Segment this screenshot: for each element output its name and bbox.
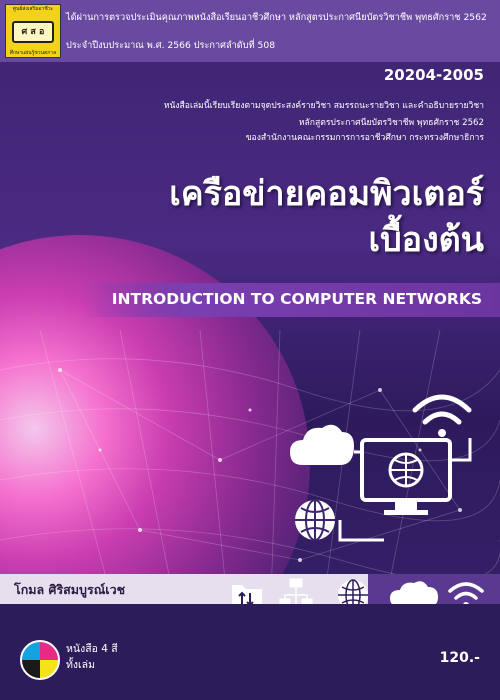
course-code: 20204-2005 bbox=[383, 66, 484, 84]
description-line-1: หนังสือเล่มนี้เรียบเรียงตามจุดประสงค์ราย… bbox=[163, 101, 484, 111]
network-illustration bbox=[290, 394, 472, 542]
wifi-icon bbox=[412, 394, 472, 437]
logo-top-text: ศูนย์ส่งเสริมอาชีวะ bbox=[12, 6, 54, 12]
color-note-line-1: หนังสือ 4 สี bbox=[66, 643, 118, 655]
author-name: โกมล ศิริสมบูรณ์เวช bbox=[14, 582, 126, 597]
publisher-logo: ศูนย์ส่งเสริมอาชีวะ ศ ส อ ศึกษาแผ่นรู้ชว… bbox=[5, 4, 61, 58]
monitor-globe-icon bbox=[360, 438, 452, 515]
price: 120.- bbox=[439, 650, 480, 666]
four-color-badge-icon bbox=[20, 640, 60, 680]
color-note-line-2: ทั้งเล่ม bbox=[66, 659, 95, 671]
cloud-icon bbox=[290, 424, 354, 465]
logo-bottom-text: ศึกษาแผ่นรู้ชวนตกาล bbox=[9, 50, 57, 56]
book-cover: ศูนย์ส่งเสริมอาชีวะ ศ ส อ ศึกษาแผ่นรู้ชว… bbox=[0, 0, 500, 700]
approval-line-2: ประจำปีงบประมาณ พ.ศ. 2566 ประกาศลำดับที่… bbox=[66, 40, 276, 51]
globe-icon bbox=[295, 499, 335, 541]
description-line-2: หลักสูตรประกาศนียบัตรวิชาชีพ พุทธศักราช … bbox=[298, 118, 484, 128]
title-line-2: เบื้องต้น bbox=[368, 220, 484, 260]
logo-mark: ศ ส อ bbox=[12, 21, 54, 43]
english-title: INTRODUCTION TO COMPUTER NETWORKS bbox=[111, 290, 482, 308]
approval-line-1: ได้ผ่านการตรวจประเมินคุณภาพหนังสือเรียนอ… bbox=[66, 12, 487, 23]
description-line-3: ของสำนักงานคณะกรรมการการอาชีวศึกษา กระทร… bbox=[245, 133, 484, 143]
